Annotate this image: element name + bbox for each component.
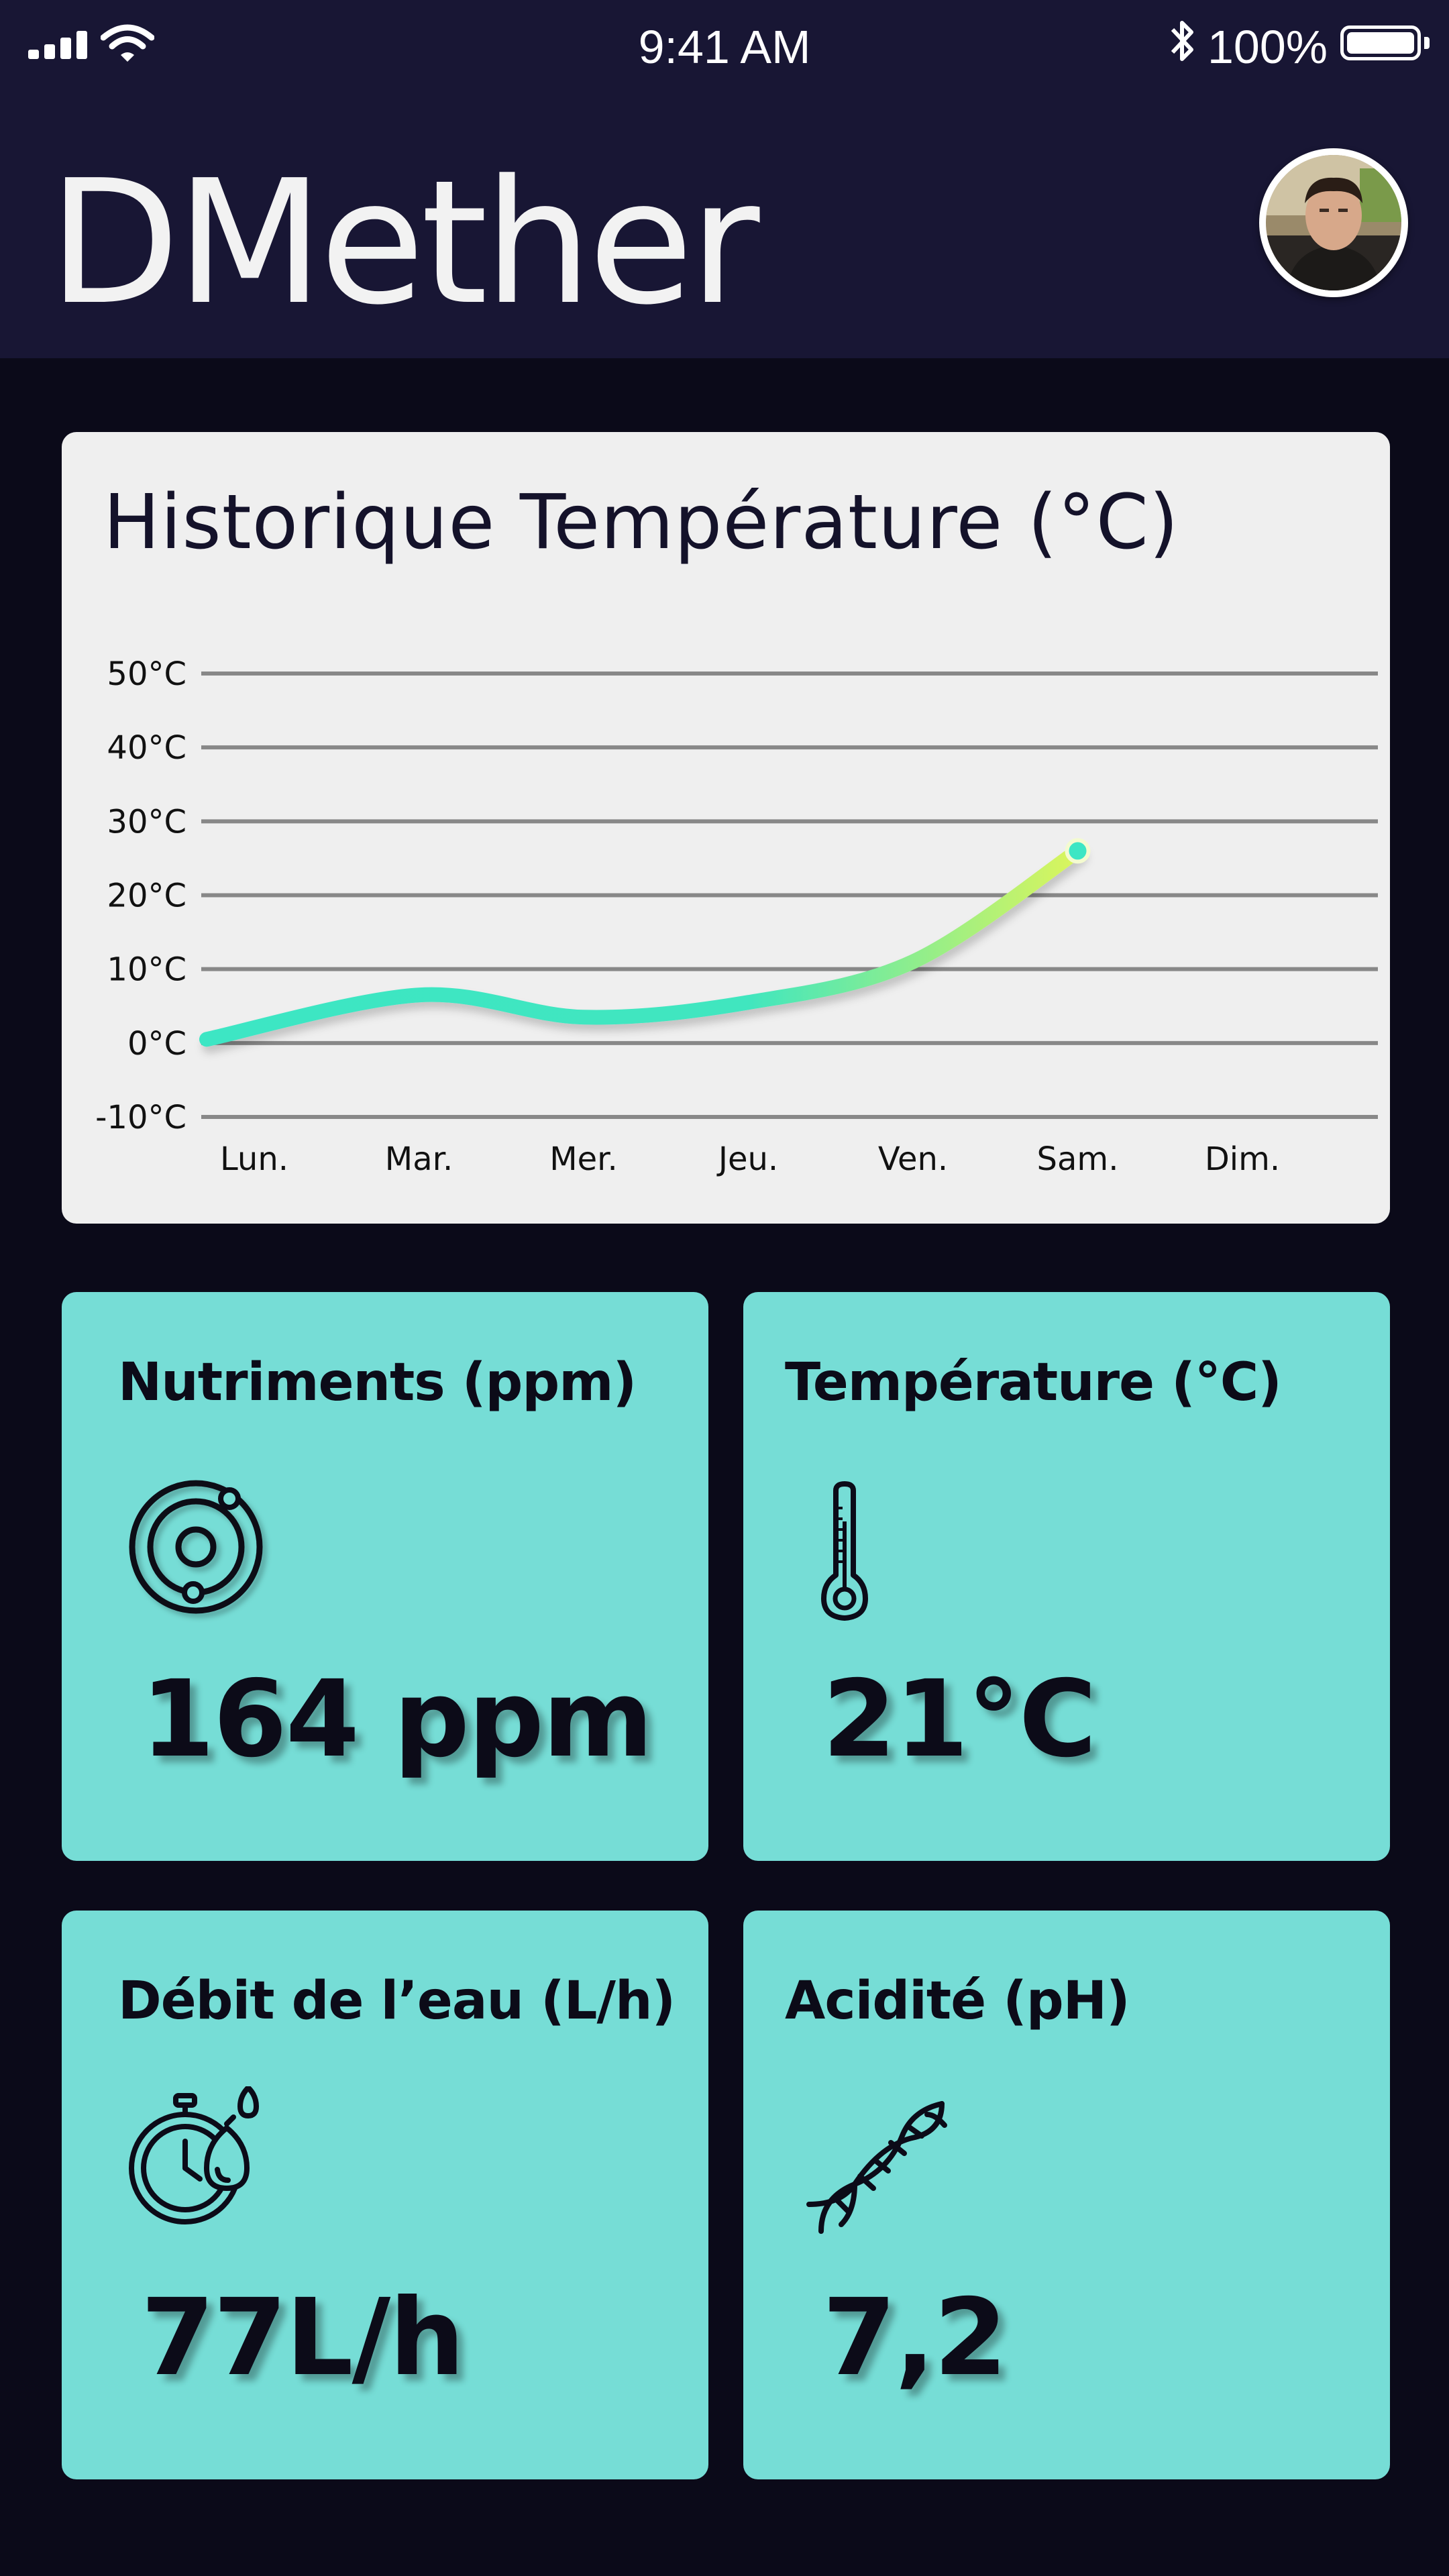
battery-icon	[1340, 25, 1430, 60]
card-label-temperature: Température (°C)	[785, 1352, 1282, 1413]
temperature-history-chart: 50°C 40°C 30°C 20°C 10°C 0°C -10°C Lun. Mar. Mer.…	[95, 655, 1378, 1178]
nutrients-card[interactable]: Nutriments (ppm) 164 ppm	[62, 1292, 708, 1861]
y-tick-label: 0°C	[127, 1025, 186, 1063]
x-tick-label: Sam.	[1037, 1140, 1119, 1178]
temperature-series-line	[199, 843, 1085, 1047]
app-header: 9:41 AM 100% DMether	[0, 0, 1449, 358]
x-tick-label: Jeu.	[716, 1140, 778, 1178]
thermometer-icon	[821, 1481, 868, 1621]
acidity-card[interactable]: Acidité (pH) 7,2	[743, 1911, 1390, 2479]
x-tick-label: Ven.	[878, 1140, 948, 1178]
nutrients-orbit-icon	[129, 1480, 263, 1614]
battery-percent: 100%	[1208, 21, 1328, 73]
y-tick-label: 30°C	[107, 803, 186, 841]
y-tick-label: -10°C	[95, 1099, 186, 1136]
avatar[interactable]	[1259, 148, 1408, 297]
user-avatar-icon	[1266, 155, 1401, 290]
temperature-card[interactable]: Température (°C) 21°C	[743, 1292, 1390, 1861]
bluetooth-icon	[1171, 21, 1193, 61]
card-label-nutrients: Nutriments (ppm)	[118, 1352, 637, 1413]
status-bar: 9:41 AM 100%	[0, 0, 1449, 87]
card-value-water-flow: 77L/h	[141, 2276, 465, 2400]
card-value-temperature: 21°C	[822, 1658, 1097, 1781]
card-value-nutrients: 164 ppm	[141, 1658, 653, 1781]
card-label-water-flow: Débit de l’eau (L/h)	[118, 1971, 676, 2031]
y-tick-label: 40°C	[107, 729, 186, 767]
app-title: DMether	[48, 144, 760, 343]
x-tick-label: Lun.	[220, 1140, 288, 1178]
y-tick-label: 20°C	[107, 877, 186, 915]
data-point[interactable]	[1065, 838, 1091, 864]
temperature-history-card: Historique Température (°C) 50°C 40°C 30°C…	[62, 432, 1390, 1224]
x-tick-label: Mer.	[549, 1140, 618, 1178]
x-tick-label: Mar.	[385, 1140, 453, 1178]
water-flow-card[interactable]: Débit de l’eau (L/h) 77L/h	[62, 1911, 708, 2479]
x-tick-label: Dim.	[1205, 1140, 1280, 1178]
water-flow-stopwatch-icon	[129, 2086, 259, 2224]
y-tick-label: 50°C	[107, 655, 186, 693]
dna-icon	[806, 2101, 947, 2234]
y-tick-label: 10°C	[107, 951, 186, 989]
card-value-acidity: 7,2	[822, 2276, 1008, 2400]
card-label-acidity: Acidité (pH)	[785, 1971, 1130, 2031]
